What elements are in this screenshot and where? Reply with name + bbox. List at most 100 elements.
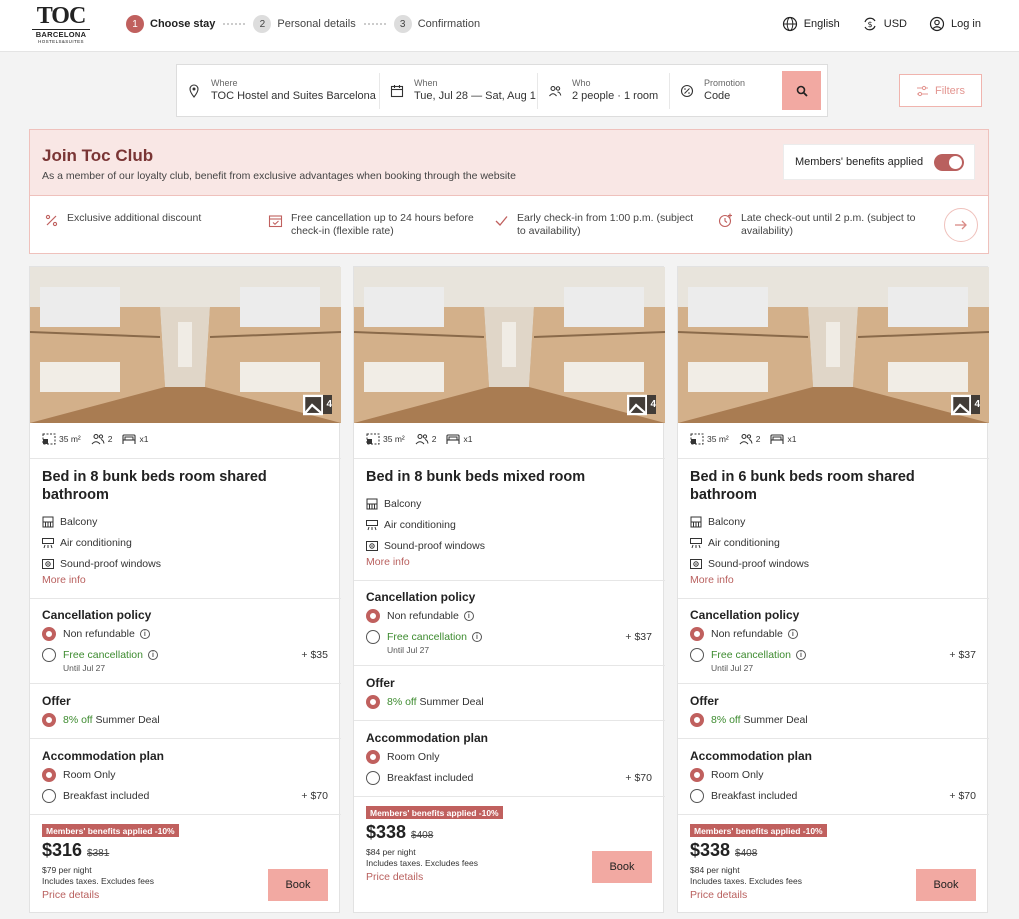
when-label: When (414, 78, 438, 88)
free-cancellation-option[interactable]: Free cancellation i (366, 630, 482, 644)
divider (678, 458, 989, 459)
when-field[interactable]: When Tue, Jul 28 — Sat, Aug 1 (380, 72, 538, 109)
info-icon[interactable]: i (139, 629, 150, 639)
toc-logo[interactable]: TOC BARCELONA HOSTELS&SUITES (32, 3, 90, 45)
price-details-link[interactable]: Price details (690, 889, 747, 901)
book-button[interactable]: Book (268, 869, 328, 901)
summer-deal-option[interactable]: 8% off Summer Deal (366, 695, 484, 709)
room-photo-image (354, 267, 665, 423)
photo-count-badge[interactable]: 4 (627, 394, 656, 415)
logo-main: TOC (36, 3, 87, 29)
room-name[interactable]: Bed in 6 bunk beds room shared bathroom (690, 468, 980, 504)
area-value: 35 m² (707, 434, 729, 444)
area-icon (690, 433, 704, 445)
breakfast-surcharge: + $70 (949, 790, 976, 802)
current-price: $338 (690, 840, 731, 860)
book-button[interactable]: Book (592, 851, 652, 883)
members-benefits-toggle[interactable] (934, 154, 964, 171)
language-selector[interactable]: English (782, 16, 840, 32)
room-beds: x1 (770, 433, 796, 445)
room-only-option[interactable]: Room Only (366, 750, 440, 764)
taxes-note: Includes taxes. Excludes fees (366, 858, 478, 868)
club-subtitle: As a member of our loyalty club, benefit… (42, 170, 516, 182)
filters-button[interactable]: Filters (899, 74, 982, 107)
room-only-option[interactable]: Room Only (42, 768, 116, 782)
info-icon[interactable]: i (463, 611, 474, 621)
free-cancellation-option[interactable]: Free cancellation i (690, 648, 806, 662)
step-label: Choose stay (150, 18, 216, 30)
amenity-balcony: Balcony (42, 516, 97, 528)
radio-unselected[interactable] (690, 648, 704, 662)
more-info-link[interactable]: More info (42, 574, 86, 586)
guests-icon (739, 433, 753, 445)
non-refundable-option[interactable]: Non refundable i (366, 609, 474, 623)
offer-title: Offer (42, 694, 71, 708)
summer-deal-option[interactable]: 8% off Summer Deal (42, 713, 160, 727)
radio-unselected[interactable] (366, 771, 380, 785)
step-personal-details[interactable]: 2 Personal details (253, 15, 356, 33)
more-info-link[interactable]: More info (366, 556, 410, 568)
next-benefits-button[interactable] (944, 208, 978, 242)
photo-count-badge[interactable]: 4 (951, 394, 980, 415)
search-button[interactable] (782, 71, 821, 110)
radio-unselected[interactable] (366, 630, 380, 644)
soundproof-window-icon (366, 541, 378, 551)
breakfast-option[interactable]: Breakfast included (366, 771, 473, 785)
room-name[interactable]: Bed in 8 bunk beds room shared bathroom (42, 468, 332, 504)
members-discount-badge: Members' benefits applied -10% (366, 806, 503, 819)
free-cancellation-option[interactable]: Free cancellation i (42, 648, 158, 662)
step-choose-stay[interactable]: 1 Choose stay (126, 15, 215, 33)
members-benefits-toggle-box: Members' benefits applied (783, 144, 975, 180)
amenity-air-conditioning: Air conditioning (690, 537, 780, 549)
room-only-option[interactable]: Room Only (690, 768, 764, 782)
top-right-menu: English $ USD Log in (782, 14, 981, 34)
amenity-label: Sound-proof windows (708, 558, 809, 570)
price-details-link[interactable]: Price details (366, 871, 423, 883)
radio-selected[interactable] (42, 627, 56, 641)
step-confirmation[interactable]: 3 Confirmation (393, 15, 480, 33)
radio-unselected[interactable] (42, 789, 56, 803)
info-icon[interactable]: i (147, 650, 158, 660)
radio-selected[interactable] (366, 750, 380, 764)
breakfast-option[interactable]: Breakfast included (690, 789, 797, 803)
radio-unselected[interactable] (42, 648, 56, 662)
book-button[interactable]: Book (916, 869, 976, 901)
air-conditioning-icon (42, 538, 54, 549)
room-photo[interactable]: 4 (354, 267, 665, 423)
info-icon[interactable]: i (471, 632, 482, 642)
price-details-link[interactable]: Price details (42, 889, 99, 901)
where-field[interactable]: Where TOC Hostel and Suites Barcelona (177, 72, 380, 109)
info-icon[interactable]: i (787, 629, 798, 639)
radio-selected[interactable] (690, 627, 704, 641)
currency-selector[interactable]: $ USD (862, 16, 907, 32)
non-refundable-option[interactable]: Non refundable i (42, 627, 150, 641)
radio-selected[interactable] (42, 713, 56, 727)
benefit-late-checkout: Late check-out until 2 p.m. (subject to … (718, 212, 918, 238)
summer-deal-option[interactable]: 8% off Summer Deal (690, 713, 808, 727)
step-divider (223, 23, 246, 25)
radio-selected[interactable] (366, 609, 380, 623)
club-header: Join Toc Club As a member of our loyalty… (30, 130, 988, 196)
breakfast-option[interactable]: Breakfast included (42, 789, 149, 803)
radio-selected[interactable] (42, 768, 56, 782)
who-field[interactable]: Who 2 people · 1 room (538, 72, 670, 109)
amenity-balcony: Balcony (366, 498, 421, 510)
radio-unselected[interactable] (690, 789, 704, 803)
photo-count-badge[interactable]: 4 (303, 394, 332, 415)
radio-selected[interactable] (366, 695, 380, 709)
currency-label: USD (883, 18, 908, 30)
benefit-free-cancellation: Free cancellation up to 24 hours before … (268, 212, 478, 238)
room-photo[interactable]: 4 (30, 267, 341, 423)
offer-name: Summer Deal (419, 696, 484, 708)
room-name[interactable]: Bed in 8 bunk beds mixed room (366, 468, 656, 486)
info-icon[interactable]: i (795, 650, 806, 660)
login-link[interactable]: Log in (929, 16, 981, 32)
room-photo[interactable]: 4 (678, 267, 989, 423)
room-area: 35 m² (42, 433, 81, 445)
promo-field[interactable]: Promotion Code (670, 73, 780, 109)
more-info-link[interactable]: More info (690, 574, 734, 586)
radio-selected[interactable] (690, 713, 704, 727)
guests-icon (415, 433, 429, 445)
radio-selected[interactable] (690, 768, 704, 782)
non-refundable-option[interactable]: Non refundable i (690, 627, 798, 641)
